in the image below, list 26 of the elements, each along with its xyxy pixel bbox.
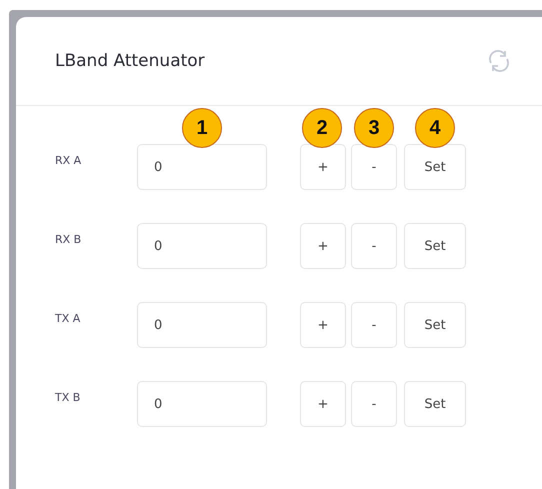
step-button[interactable]: - [351, 302, 397, 348]
card-title: LBand Attenuator [55, 51, 205, 71]
refresh-icon[interactable] [486, 48, 512, 74]
step-button[interactable]: Set [404, 302, 466, 348]
input-field[interactable]: 0 [137, 381, 267, 427]
number-callout: 2 [302, 108, 342, 148]
step-button[interactable]: + [300, 144, 346, 190]
step-button[interactable]: + [300, 381, 346, 427]
step-button[interactable]: + [300, 223, 346, 269]
step-button[interactable]: Set [404, 144, 466, 190]
step-button[interactable]: Set [404, 223, 466, 269]
channel-label: RX A [54, 153, 82, 167]
step-button[interactable]: - [351, 223, 397, 269]
channel-label: TX A [54, 311, 82, 325]
input-field[interactable]: 0 [137, 223, 267, 269]
number-callout: 4 [415, 108, 455, 148]
input-field[interactable]: 0 [137, 144, 267, 190]
step-button[interactable]: Set [404, 381, 466, 427]
step-button[interactable]: - [351, 381, 397, 427]
step-button[interactable]: - [351, 144, 397, 190]
number-callout: 3 [354, 108, 394, 148]
number-callout: 1 [182, 108, 222, 148]
step-button[interactable]: + [300, 302, 346, 348]
channel-label: TX B [54, 390, 82, 404]
channel-label: RX B [54, 232, 82, 246]
input-field[interactable]: 0 [137, 302, 267, 348]
